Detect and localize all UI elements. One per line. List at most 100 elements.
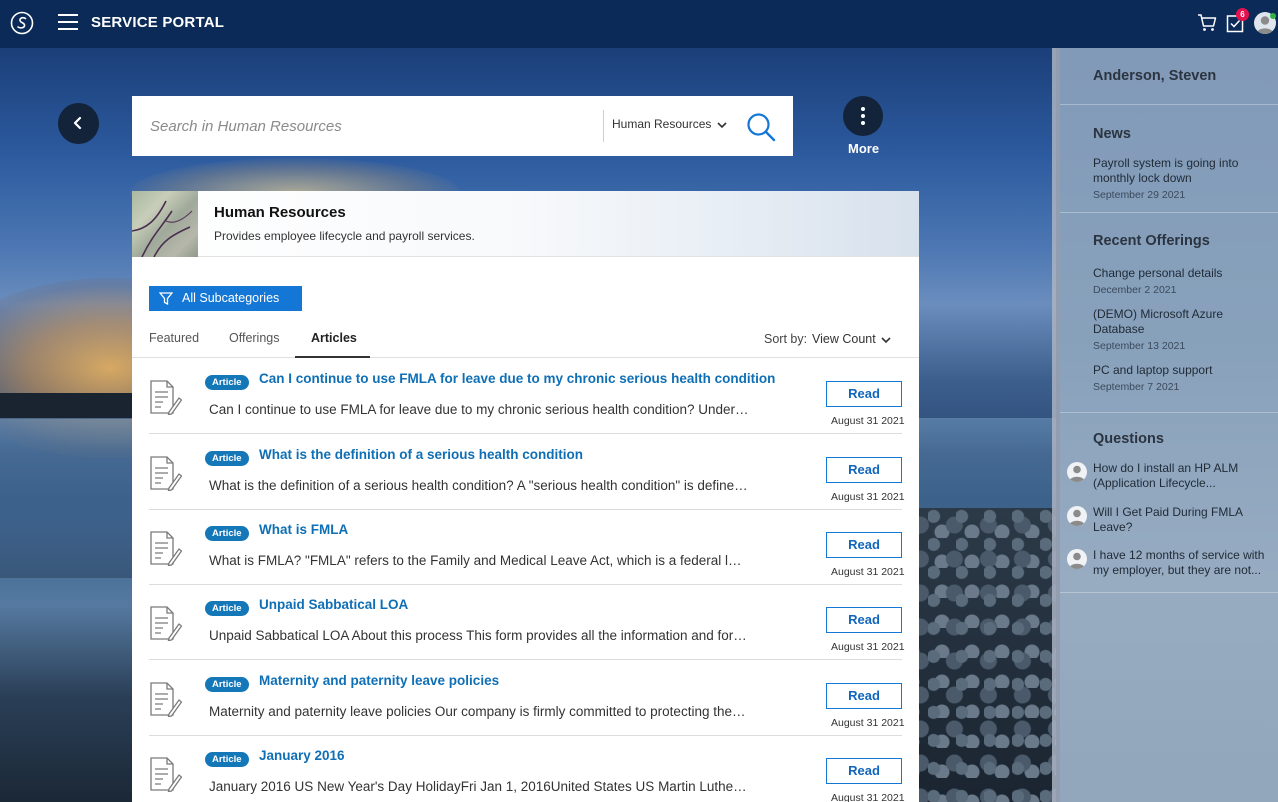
more-label[interactable]: More (848, 141, 879, 156)
question-item[interactable]: I have 12 months of service with my empl… (1093, 548, 1273, 578)
search-icon[interactable] (745, 111, 777, 143)
read-button[interactable]: Read (826, 532, 902, 558)
article-title[interactable]: January 2016 (259, 748, 345, 763)
article-row[interactable]: Article Can I continue to use FMLA for le… (149, 359, 905, 434)
chevron-left-icon (73, 116, 82, 130)
cart-icon[interactable] (1197, 13, 1217, 33)
offering-date: September 7 2021 (1093, 381, 1180, 393)
category-header: Human Resources Provides employee lifecy… (132, 191, 919, 257)
read-button[interactable]: Read (826, 381, 902, 407)
active-tab-indicator (295, 356, 370, 358)
news-section: News Payroll system is going into monthl… (1060, 105, 1278, 213)
article-summary: What is the definition of a serious heal… (209, 478, 749, 493)
document-icon (149, 756, 183, 793)
article-title[interactable]: Maternity and paternity leave policies (259, 673, 499, 688)
more-button[interactable] (843, 96, 883, 136)
article-title[interactable]: Unpaid Sabbatical LOA (259, 597, 408, 612)
article-date: August 31 2021 (831, 566, 905, 578)
person-icon (1067, 549, 1087, 569)
sort-label: Sort by: (764, 332, 808, 346)
category-card: Human Resources Provides employee lifecy… (132, 191, 919, 802)
article-title[interactable]: What is FMLA (259, 522, 348, 537)
article-tag: Article (205, 601, 249, 616)
article-tag: Article (205, 451, 249, 466)
filter-icon (159, 292, 173, 305)
filter-label: All Subcategories (182, 291, 280, 305)
recent-offerings-section: Recent Offerings Change personal details… (1060, 213, 1278, 413)
news-item[interactable]: Payroll system is going into monthly loc… (1093, 156, 1273, 186)
article-date: August 31 2021 (831, 415, 905, 427)
article-title[interactable]: Can I continue to use FMLA for leave due… (259, 371, 775, 386)
back-button[interactable] (58, 103, 99, 144)
article-summary: Unpaid Sabbatical LOA About this process… (209, 628, 749, 643)
article-tag: Article (205, 526, 249, 541)
article-title[interactable]: What is the definition of a serious heal… (259, 447, 583, 462)
article-summary: Maternity and paternity leave policies O… (209, 704, 749, 719)
article-date: August 31 2021 (831, 491, 905, 503)
logo-icon[interactable] (10, 11, 34, 35)
article-date: August 31 2021 (831, 717, 905, 729)
chevron-down-icon[interactable] (880, 335, 892, 345)
article-row[interactable]: Article Unpaid Sabbatical LOA Unpaid Sabba… (149, 585, 905, 660)
search-scope-dropdown[interactable]: Human Resources (612, 117, 711, 131)
article-row[interactable]: Article What is FMLA What is FMLA? "FMLA" … (149, 510, 905, 585)
offering-item[interactable]: Change personal details (1093, 266, 1273, 281)
article-row[interactable]: Article Maternity and paternity leave pol… (149, 661, 905, 736)
article-tag: Article (205, 752, 249, 767)
category-thumbnail (132, 191, 198, 257)
tab-offerings[interactable]: Offerings (229, 331, 280, 345)
article-date: August 31 2021 (831, 641, 905, 653)
sort-dropdown[interactable]: View Count (812, 332, 876, 346)
person-icon (1067, 462, 1087, 482)
article-summary: January 2016 US New Year's Day HolidayFr… (209, 779, 749, 794)
search-bar: Human Resources (132, 96, 793, 156)
news-date: September 29 2021 (1093, 189, 1186, 201)
question-item[interactable]: Will I Get Paid During FMLA Leave? (1093, 505, 1243, 535)
category-description: Provides employee lifecycle and payroll … (214, 229, 475, 243)
user-section: Anderson, Steven (1060, 48, 1278, 105)
read-button[interactable]: Read (826, 758, 902, 784)
chevron-down-icon[interactable] (716, 120, 728, 130)
questions-heading: Questions (1093, 431, 1164, 447)
tab-articles[interactable]: Articles (311, 331, 357, 345)
offering-item[interactable]: (DEMO) Microsoft Azure Database (1093, 307, 1243, 337)
read-button[interactable]: Read (826, 607, 902, 633)
read-button[interactable]: Read (826, 683, 902, 709)
news-heading: News (1093, 126, 1131, 142)
offering-item[interactable]: PC and laptop support (1093, 363, 1273, 378)
right-panel-edge (1052, 48, 1060, 802)
search-divider (603, 110, 604, 142)
right-panel: Anderson, Steven News Payroll system is … (1060, 48, 1278, 802)
category-title: Human Resources (214, 204, 346, 221)
person-icon (1067, 506, 1087, 526)
document-icon (149, 681, 183, 718)
article-summary: What is FMLA? "FMLA" refers to the Famil… (209, 553, 749, 568)
document-icon (149, 455, 183, 492)
offering-date: December 2 2021 (1093, 284, 1177, 296)
article-row[interactable]: Article January 2016 January 2016 US New Y… (149, 736, 905, 802)
article-row[interactable]: Article What is the definition of a serio… (149, 435, 905, 510)
recent-offerings-heading: Recent Offerings (1093, 233, 1210, 249)
hamburger-menu-icon[interactable] (58, 14, 78, 32)
questions-section: Questions How do I install an HP ALM (Ap… (1060, 413, 1278, 593)
article-tag: Article (205, 375, 249, 390)
search-input[interactable] (150, 113, 590, 139)
question-item[interactable]: How do I install an HP ALM (Application … (1093, 461, 1273, 491)
notification-badge: 6 (1236, 8, 1249, 21)
online-status-dot (1270, 13, 1276, 19)
article-date: August 31 2021 (831, 792, 905, 802)
read-button[interactable]: Read (826, 457, 902, 483)
more-dots-icon (861, 107, 865, 111)
document-icon (149, 379, 183, 416)
article-tag: Article (205, 677, 249, 692)
tab-bar: Featured Offerings Articles Sort by: Vie… (132, 319, 919, 358)
article-summary: Can I continue to use FMLA for leave due… (209, 402, 749, 417)
tab-featured[interactable]: Featured (149, 331, 199, 345)
offering-date: September 13 2021 (1093, 340, 1186, 352)
all-subcategories-button[interactable]: All Subcategories (149, 286, 302, 311)
top-bar: SERVICE PORTAL 6 (0, 0, 1278, 48)
document-icon (149, 605, 183, 642)
document-icon (149, 530, 183, 567)
user-name: Anderson, Steven (1093, 68, 1217, 84)
app-title: SERVICE PORTAL (91, 14, 225, 31)
